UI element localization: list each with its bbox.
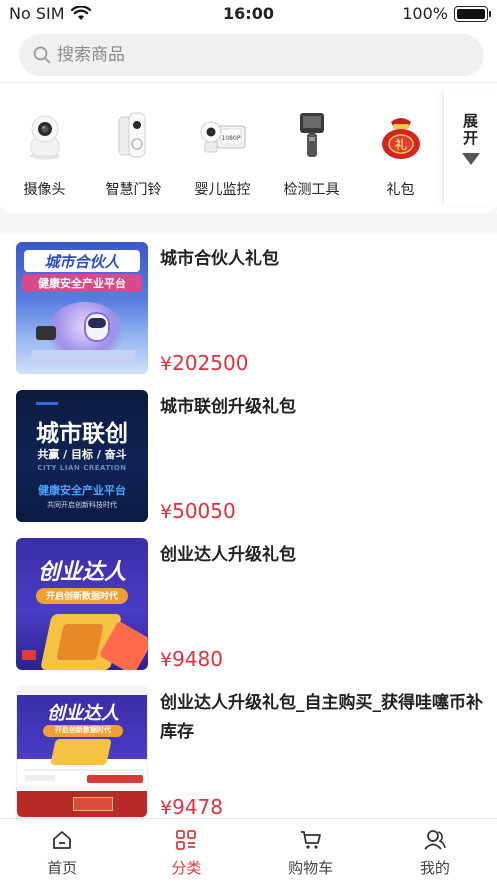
product-image: 创业达人 开启创新数据时代 <box>16 686 148 818</box>
category-label: 婴儿监控 <box>194 182 251 198</box>
category-label: 摄像头 <box>23 182 66 198</box>
price-value: 9480 <box>172 647 223 671</box>
svg-text:礼: 礼 <box>394 137 406 152</box>
tab-profile[interactable]: 我的 <box>373 819 497 883</box>
product-image: 创业达人 开启创新数据时代 <box>16 538 148 670</box>
category-item-doorbell[interactable]: 智慧门铃 <box>89 83 178 213</box>
price-value: 202500 <box>172 351 249 375</box>
search-bar <box>0 28 497 82</box>
category-item-baby-monitor[interactable]: 1080P 婴儿监控 <box>178 83 267 213</box>
thumb-subtitle: 开启创新数据时代 <box>55 726 111 734</box>
product-item[interactable]: 城市联创 共赢 / 目标 / 奋斗 CITY LIAN CREATION 健康安… <box>0 381 497 529</box>
expand-label: 展开 <box>461 113 479 147</box>
category-icon <box>176 830 197 850</box>
gift-bag-icon: 礼 <box>374 109 428 163</box>
smart-doorbell-icon <box>107 109 161 163</box>
category-label: 智慧门铃 <box>105 182 162 198</box>
product-title: 城市合伙人礼包 <box>160 249 279 269</box>
bottom-tab-bar: 首页 分类 购物车 我的 <box>0 818 497 883</box>
tab-cart[interactable]: 购物车 <box>249 819 373 883</box>
category-label: 礼包 <box>386 182 415 198</box>
expand-categories-button[interactable]: 展开 <box>443 93 497 205</box>
currency-symbol: ¥ <box>160 501 173 523</box>
product-item[interactable]: 城市合伙人 健康安全产业平台 城市合伙人礼包 ¥202500 <box>0 233 497 381</box>
baby-monitor-icon: 1080P <box>196 109 250 163</box>
battery-status: 100% <box>402 4 491 23</box>
thumb-subtitle: 健康安全产业平台 <box>38 277 126 290</box>
category-item-gift[interactable]: 礼 礼包 <box>356 83 445 213</box>
tab-label: 分类 <box>171 859 202 877</box>
category-item-camera[interactable]: 摄像头 <box>0 83 89 213</box>
tab-category[interactable]: 分类 <box>124 819 248 883</box>
battery-fill <box>457 8 485 19</box>
tester-tool-icon <box>285 109 339 163</box>
category-label: 检测工具 <box>283 182 340 198</box>
home-icon <box>53 831 72 849</box>
section-gap <box>0 213 497 233</box>
thumb-tagline: 共同开启创新科技时代 <box>47 501 117 509</box>
currency-symbol: ¥ <box>160 353 173 375</box>
product-title: 城市联创升级礼包 <box>160 397 296 417</box>
tab-label: 首页 <box>47 859 78 877</box>
thumb-title: 创业达人 <box>47 703 119 724</box>
thumb-subtitle: 开启创新数据时代 <box>45 592 118 602</box>
tab-home[interactable]: 首页 <box>0 819 124 883</box>
currency-symbol: ¥ <box>160 649 173 671</box>
product-price: ¥50050 <box>160 499 236 523</box>
battery-percent: 100% <box>402 4 448 23</box>
thumb-subtitle: 健康安全产业平台 <box>38 484 126 497</box>
battery-icon <box>454 5 491 22</box>
price-value: 9478 <box>172 795 223 818</box>
security-camera-icon <box>18 109 72 163</box>
product-image: 城市合伙人 健康安全产业平台 <box>16 242 148 374</box>
thumb-slogan: 共赢 / 目标 / 奋斗 <box>37 448 127 461</box>
product-price: ¥202500 <box>160 351 248 375</box>
thumb-title: 城市合伙人 <box>44 253 120 271</box>
search-input[interactable] <box>57 45 437 65</box>
product-image: 城市联创 共赢 / 目标 / 奋斗 CITY LIAN CREATION 健康安… <box>16 390 148 522</box>
thumb-title: 城市联创 <box>36 421 128 447</box>
product-list: 城市合伙人 健康安全产业平台 城市合伙人礼包 ¥202500 城市联创 共赢 /… <box>0 233 497 818</box>
product-item[interactable]: 创业达人 开启创新数据时代 创业达人升级礼包_自主购买_获得哇噻币补库存 ¥94… <box>0 677 497 818</box>
product-price: ¥9478 <box>160 795 223 818</box>
search-box[interactable] <box>19 34 484 76</box>
product-item[interactable]: 创业达人 开启创新数据时代 创业达人升级礼包 ¥9480 <box>0 529 497 677</box>
product-title: 创业达人升级礼包 <box>160 545 296 565</box>
profile-icon <box>424 830 446 850</box>
thumb-title: 创业达人 <box>37 560 126 585</box>
search-icon <box>33 46 51 64</box>
svg-text:1080P: 1080P <box>221 135 240 142</box>
status-bar: No SIM 16:00 100% <box>0 0 497 28</box>
price-value: 50050 <box>172 499 236 523</box>
tab-label: 购物车 <box>288 859 334 877</box>
category-item-tester[interactable]: 检测工具 <box>267 83 356 213</box>
category-strip: 摄像头 智慧门铃 1080P 婴儿监控 检测工具 礼 礼包 展开 <box>0 83 497 213</box>
triangle-down-icon <box>461 153 480 165</box>
tab-label: 我的 <box>419 859 450 877</box>
currency-symbol: ¥ <box>160 797 173 818</box>
product-title: 创业达人升级礼包_自主购买_获得哇噻币补库存 <box>160 693 483 742</box>
cart-icon <box>300 831 321 849</box>
thumb-english: CITY LIAN CREATION <box>37 464 127 472</box>
product-price: ¥9480 <box>160 647 223 671</box>
